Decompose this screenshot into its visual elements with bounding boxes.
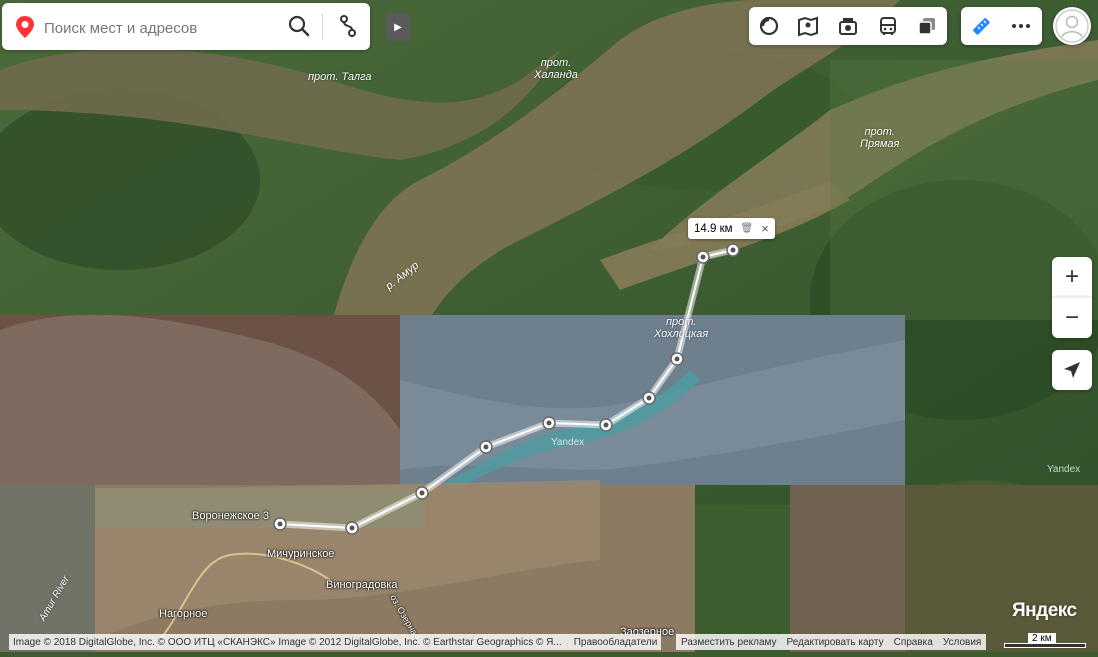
- copyright-text: Image © 2018 DigitalGlobe, Inc. © ООО ИТ…: [13, 636, 562, 648]
- layers-button[interactable]: [907, 7, 947, 45]
- my-location-button[interactable]: [1052, 350, 1092, 390]
- zoom-out-button[interactable]: −: [1052, 297, 1092, 338]
- terms-link[interactable]: Условия: [938, 637, 987, 648]
- close-icon[interactable]: ×: [761, 221, 769, 236]
- watermark: Yandex: [1047, 464, 1081, 475]
- label-prot-pryamaya: прот. Прямая: [860, 126, 900, 150]
- copyright-bar: Image © 2018 DigitalGlobe, Inc. © ООО ИТ…: [9, 634, 662, 650]
- scale-label: 2 км: [1028, 633, 1056, 644]
- place-michurinskoe[interactable]: Мичуринское: [267, 548, 334, 560]
- bus-icon: [879, 17, 896, 35]
- tools-panel: [961, 7, 1042, 45]
- copyright-holders-link[interactable]: Правообладатели: [574, 637, 658, 648]
- divider: [322, 13, 323, 40]
- layers-icon: [918, 18, 936, 35]
- ruler-icon: [973, 18, 990, 35]
- label-prot-khokhlitskaya: прот. Хохлицкая: [654, 316, 709, 340]
- place-voronezhskoe[interactable]: Воронежское 3: [192, 510, 269, 522]
- avatar[interactable]: [1053, 7, 1091, 45]
- collapse-panel-button[interactable]: ▶: [386, 13, 410, 41]
- ruler-distance: 14.9 км: [694, 222, 733, 235]
- advertise-link[interactable]: Разместить рекламу: [676, 637, 782, 648]
- scale-bar: 2 км: [1004, 632, 1086, 650]
- label-prot-talga: прот. Талга: [308, 71, 372, 83]
- footer-links: Разместить рекламу Редактировать карту С…: [676, 634, 987, 650]
- ruler-button[interactable]: [961, 7, 1001, 45]
- search-box: [2, 3, 370, 50]
- layers-panel: [749, 7, 947, 45]
- location-arrow-icon: [1064, 362, 1080, 378]
- satellite-map[interactable]: прот. Талга прот. Халанда прот. Прямая р…: [0, 0, 1098, 652]
- map-layer-button[interactable]: [789, 7, 829, 45]
- place-nagornoe[interactable]: Нагорное: [159, 608, 207, 620]
- watermark: Yandex: [551, 437, 585, 448]
- ruler-distance-tooltip: 14.9 км 🗑 ×: [688, 218, 775, 239]
- plus-icon: +: [1064, 263, 1079, 290]
- help-link[interactable]: Справка: [889, 637, 938, 648]
- more-icon: [1012, 24, 1030, 28]
- yandex-logo[interactable]: Яндекс: [1012, 600, 1077, 622]
- zoom-in-button[interactable]: +: [1052, 257, 1092, 297]
- route-icon[interactable]: [335, 13, 361, 39]
- more-button[interactable]: [1001, 7, 1041, 45]
- transport-button[interactable]: [868, 7, 908, 45]
- map-pin-icon: [14, 15, 36, 44]
- panorama-icon: [759, 16, 778, 36]
- search-input[interactable]: [42, 15, 266, 41]
- play-icon: ▶: [394, 21, 402, 33]
- camera-icon: [838, 18, 857, 35]
- label-prot-khalanda: прот. Халанда: [534, 57, 578, 81]
- map-book-icon: [798, 16, 819, 37]
- minus-icon: −: [1064, 304, 1079, 331]
- delete-icon[interactable]: 🗑: [741, 223, 754, 234]
- user-icon: [1055, 9, 1089, 43]
- photos-button[interactable]: [828, 7, 868, 45]
- map-imagery: [0, 0, 1098, 652]
- edit-map-link[interactable]: Редактировать карту: [782, 637, 889, 648]
- panorama-button[interactable]: [749, 7, 789, 45]
- place-vinogradovka[interactable]: Виноградовка: [326, 579, 397, 591]
- search-icon[interactable]: [286, 13, 312, 39]
